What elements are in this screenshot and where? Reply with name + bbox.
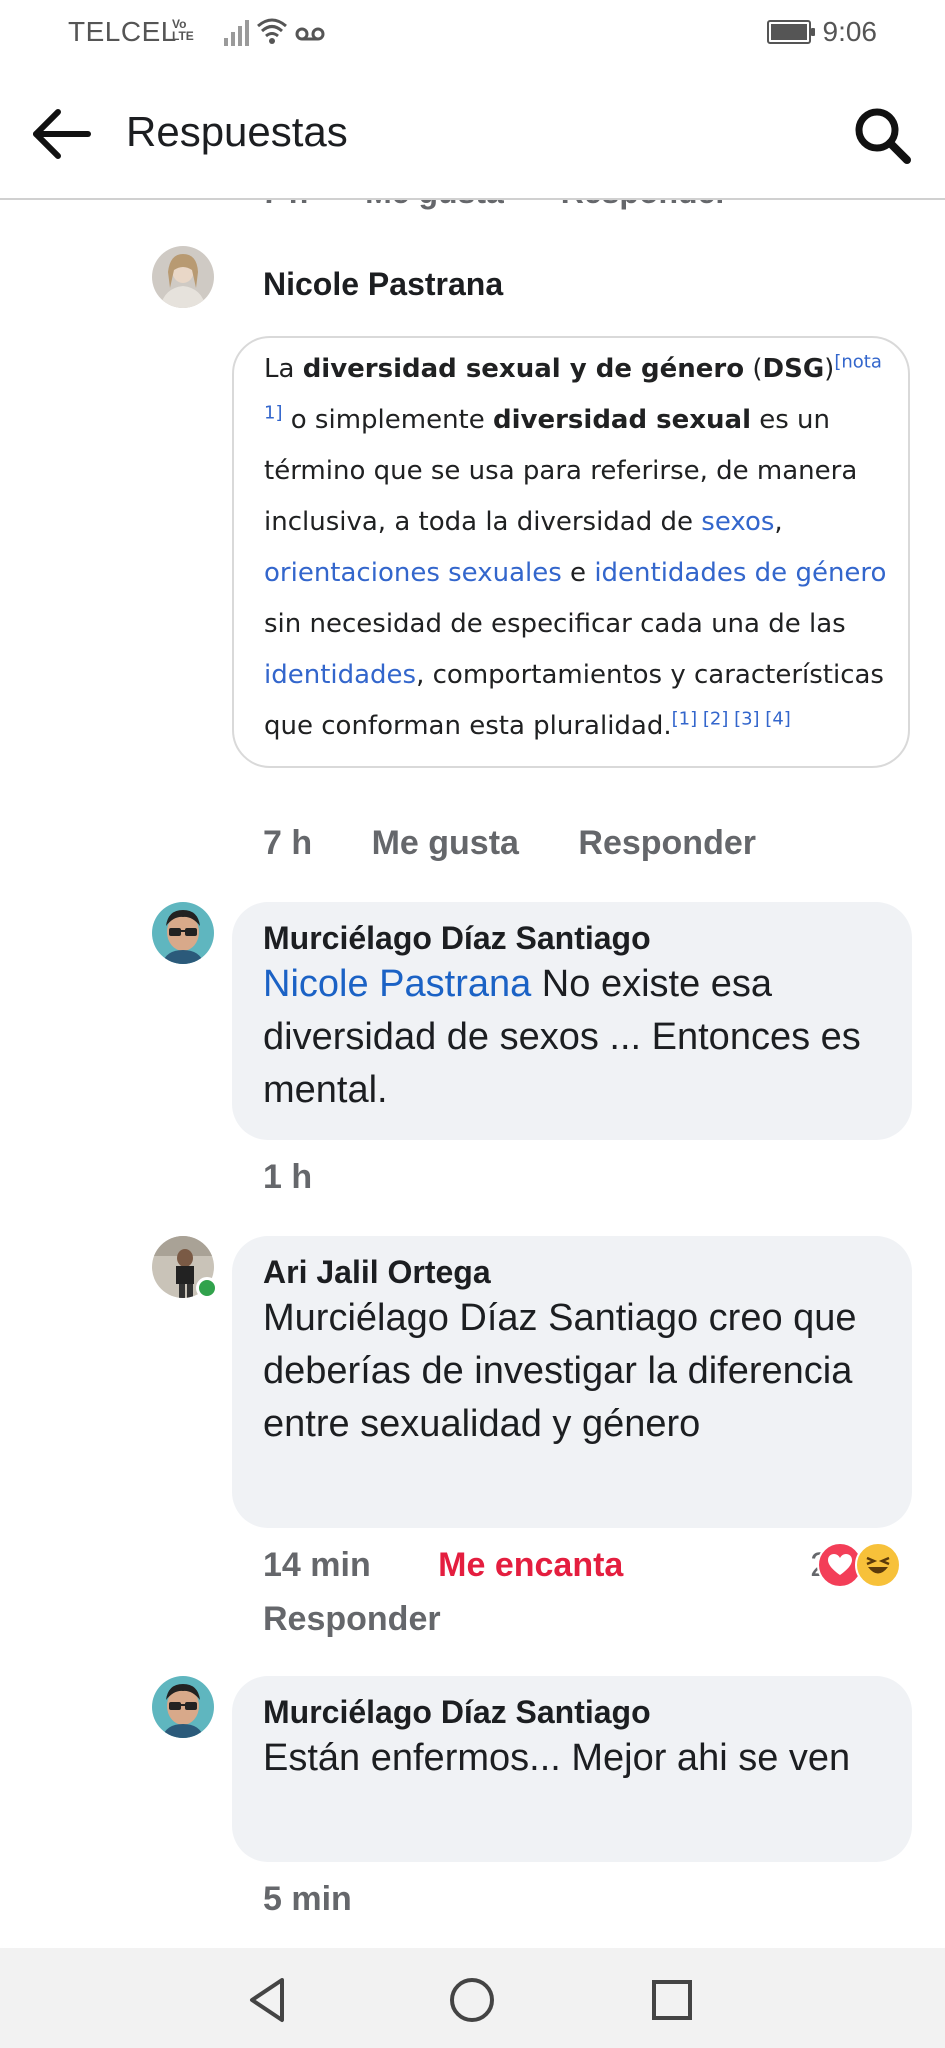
love-reaction-button[interactable]: Me encanta xyxy=(438,1546,623,1585)
wiki-link: orientaciones sexuales xyxy=(264,558,562,588)
comment-time: 7 h xyxy=(263,824,313,862)
comment-author[interactable]: Ari Jalil Ortega xyxy=(263,1252,882,1292)
comment-meta: 14 min Me encanta xyxy=(263,1546,623,1585)
nav-back-button[interactable] xyxy=(240,1972,296,2028)
avatar[interactable] xyxy=(152,902,214,964)
comment-bubble[interactable]: Murciélago Díaz Santiago Están enfermos.… xyxy=(232,1676,912,1862)
comment-meta: 5 min xyxy=(263,1880,352,1919)
wikipedia-excerpt-text: La diversidad sexual y de género (DSG)[n… xyxy=(264,351,887,741)
voicemail-icon xyxy=(295,27,325,41)
replies-list[interactable]: 7 h Me gusta Responder Nicole Pastrana L… xyxy=(0,200,945,1948)
online-status-dot xyxy=(196,1277,218,1299)
wiki-link: sexos xyxy=(701,507,775,537)
back-button[interactable] xyxy=(30,106,94,162)
comment-text: Murciélago Díaz Santiago creo que deberí… xyxy=(263,1297,857,1445)
mention-link[interactable]: Nicole Pastrana xyxy=(263,963,531,1005)
previous-comment-meta: 7 h Me gusta Responder xyxy=(262,200,776,211)
wiki-link: identidades xyxy=(264,660,417,690)
comment-meta: 7 h Me gusta Responder xyxy=(263,824,756,863)
nav-recents-button[interactable] xyxy=(644,1972,700,2028)
reply-button[interactable]: Responder xyxy=(578,824,756,863)
wikipedia-excerpt-card[interactable]: La diversidad sexual y de género (DSG)[n… xyxy=(232,336,910,768)
signal-wifi-voicemail-icons xyxy=(224,18,325,46)
comment-author[interactable]: Murciélago Díaz Santiago xyxy=(263,918,882,958)
status-bar: TELCEL Vo LTE 9:06 xyxy=(0,0,945,68)
search-icon xyxy=(855,108,911,164)
system-navigation-bar xyxy=(0,1948,945,2048)
nav-back-icon xyxy=(250,1978,284,2022)
battery-icon xyxy=(767,20,815,44)
wifi-icon xyxy=(257,18,287,38)
avatar[interactable] xyxy=(152,1676,214,1738)
page-title: Respuestas xyxy=(126,108,348,155)
avatar-photo-icon xyxy=(152,902,214,964)
avatar[interactable] xyxy=(152,246,214,308)
comment-text: Nicole Pastrana No existe esa diversidad… xyxy=(263,963,861,1111)
clock: 9:06 xyxy=(822,16,878,47)
haha-react-icon xyxy=(855,1542,901,1588)
comment-text: Están enfermos... Mejor ahi se ven xyxy=(263,1737,851,1779)
reply-button[interactable]: Responder xyxy=(263,1600,441,1639)
signal-icon xyxy=(224,20,249,46)
carrier-label: TELCEL xyxy=(68,16,177,47)
search-button[interactable] xyxy=(851,104,915,168)
footnote-refs: [1] [2] [3] [4] xyxy=(671,708,791,730)
nav-home-icon xyxy=(450,1978,494,2022)
comment-author[interactable]: Nicole Pastrana xyxy=(263,266,503,303)
nav-recents-icon xyxy=(652,1980,692,2020)
comment-bubble[interactable]: Murciélago Díaz Santiago Nicole Pastrana… xyxy=(232,902,912,1140)
like-button[interactable]: Me gusta xyxy=(372,824,519,863)
comment-author[interactable]: Murciélago Díaz Santiago xyxy=(263,1692,882,1732)
volte-badge: Vo LTE xyxy=(172,17,194,43)
wiki-link: identidades de género xyxy=(594,558,887,588)
comment-bubble[interactable]: Ari Jalil Ortega Murciélago Díaz Santiag… xyxy=(232,1236,912,1528)
arrow-left-icon xyxy=(33,109,91,159)
nav-home-button[interactable] xyxy=(444,1972,500,2028)
comment-time: 5 min xyxy=(263,1880,352,1918)
comment-time: 14 min xyxy=(263,1546,371,1584)
comment-time: 1 h xyxy=(263,1158,313,1196)
avatar-photo-icon xyxy=(152,246,214,308)
top-app-bar: Respuestas xyxy=(0,68,945,200)
avatar-photo-icon xyxy=(152,1676,214,1738)
comment-meta: 1 h xyxy=(263,1158,312,1197)
